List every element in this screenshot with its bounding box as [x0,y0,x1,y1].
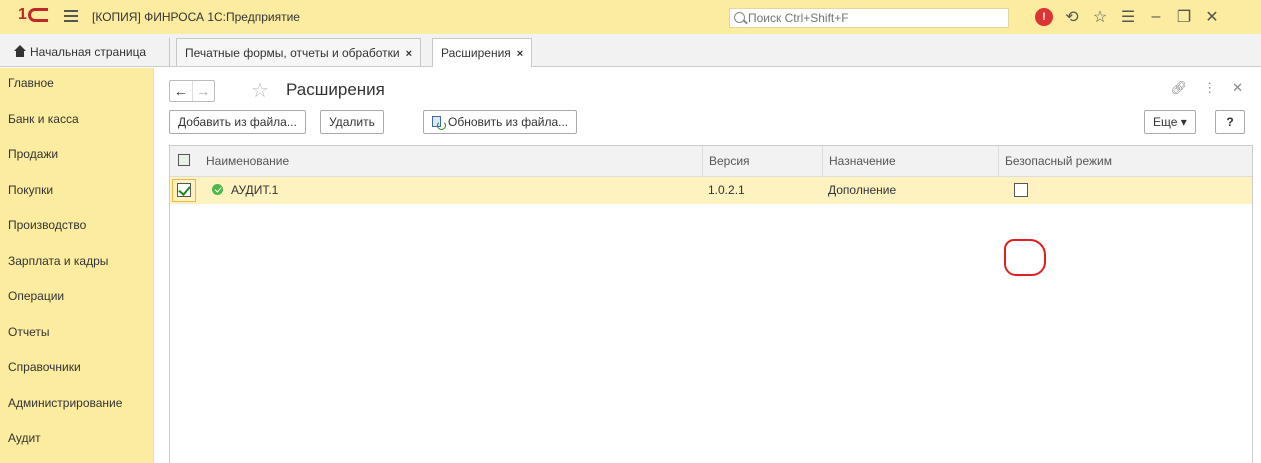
more-button[interactable]: Еще ▾ [1144,110,1196,134]
tab-home-label: Начальная страница [30,45,147,59]
close-icon[interactable]: ✕ [1198,6,1226,28]
close-form-icon[interactable]: ✕ [1232,80,1243,96]
sidebar-item-audit[interactable]: Аудит [0,423,153,459]
update-label: Обновить из файла... [448,115,569,129]
sidebar-item-reports[interactable]: Отчеты [0,317,153,353]
tab-label: Печатные формы, отчеты и обработки [185,46,400,60]
1c-logo: 1 [0,0,48,34]
page-title: Расширения [286,80,385,99]
search-box[interactable] [729,8,1009,28]
active-cell [172,179,196,202]
column-version[interactable]: Версия [702,146,822,177]
restore-icon[interactable]: ❐ [1170,6,1198,28]
tab-home[interactable]: Начальная страница [4,38,170,66]
table-row[interactable]: АУДИТ.1 1.0.2.1 Дополнение [170,177,1252,204]
close-tab-icon[interactable]: × [517,48,523,60]
sidebar-item-bank[interactable]: Банк и касса [0,104,153,140]
version-cell: 1.0.2.1 [708,183,745,197]
add-from-file-button[interactable]: Добавить из файла... [169,110,306,134]
column-name[interactable]: Наименование [200,146,702,177]
update-from-file-button[interactable]: Обновить из файла... [423,110,578,134]
sidebar-item-administration[interactable]: Администрирование [0,388,153,424]
column-purpose[interactable]: Назначение [822,146,998,177]
delete-button[interactable]: Удалить [320,110,384,134]
search-input[interactable] [748,11,998,25]
status-ok-icon [212,184,223,195]
close-tab-icon[interactable]: × [406,48,412,60]
sidebar-item-catalogs[interactable]: Справочники [0,352,153,388]
purpose-cell: Дополнение [828,183,897,197]
sidebar-item-sales[interactable]: Продажи [0,139,153,175]
extension-name: АУДИТ.1 [231,183,279,197]
back-button[interactable]: ← [170,81,192,101]
title-bar: 1 [КОПИЯ] ФИНРОСА 1С:Предприятие ! ⟲ ☆ ☰… [0,0,1261,34]
table-header: Наименование Версия Назначение Безопасны… [170,146,1252,177]
red-highlight-circle [1004,239,1046,276]
name-cell: АУДИТ.1 [206,177,278,204]
tab-print-forms[interactable]: Печатные формы, отчеты и обработки × [176,38,422,66]
nav-buttons: ← → [169,80,215,102]
tab-label: Расширения [441,46,511,60]
forward-button[interactable]: → [191,81,215,101]
settings-menu-icon[interactable]: ☰ [1114,6,1142,28]
sidebar-item-operations[interactable]: Операции [0,281,153,317]
tab-extensions[interactable]: Расширения × [432,38,533,67]
search-icon [734,12,745,23]
active-column-header[interactable] [170,146,200,177]
favorites-icon[interactable]: ☆ [1086,6,1114,28]
minimize-icon[interactable]: – [1142,6,1170,28]
extensions-table: Наименование Версия Назначение Безопасны… [169,145,1253,463]
notifications-icon[interactable]: ! [1030,6,1058,28]
favorite-star-icon[interactable]: ☆ [251,78,269,103]
app-title: [КОПИЯ] ФИНРОСА 1С:Предприятие [92,10,300,24]
safe-mode-checkbox[interactable] [1014,183,1028,197]
sidebar-item-payroll[interactable]: Зарплата и кадры [0,246,153,282]
active-checkbox[interactable] [177,183,191,197]
help-button[interactable]: ? [1215,110,1245,134]
update-icon [432,116,446,130]
main-menu-icon[interactable] [64,10,78,22]
link-icon[interactable]: 🔗︎ [1171,80,1188,96]
tabs-bar: Начальная страница Печатные формы, отчет… [0,34,1261,67]
sidebar: Главное Банк и касса Продажи Покупки Про… [0,68,154,463]
more-menu-icon[interactable]: ⋮ [1203,80,1216,96]
column-safe-mode[interactable]: Безопасный режим [998,146,1252,177]
main-panel: ← → ☆ Расширения 🔗︎ ⋮ ✕ Добавить из файл… [155,68,1261,463]
sidebar-item-main[interactable]: Главное [0,68,153,104]
home-icon [14,45,26,57]
checklist-icon [178,154,190,166]
sidebar-item-purchases[interactable]: Покупки [0,175,153,211]
sidebar-item-production[interactable]: Производство [0,210,153,246]
history-icon[interactable]: ⟲ [1058,6,1086,28]
